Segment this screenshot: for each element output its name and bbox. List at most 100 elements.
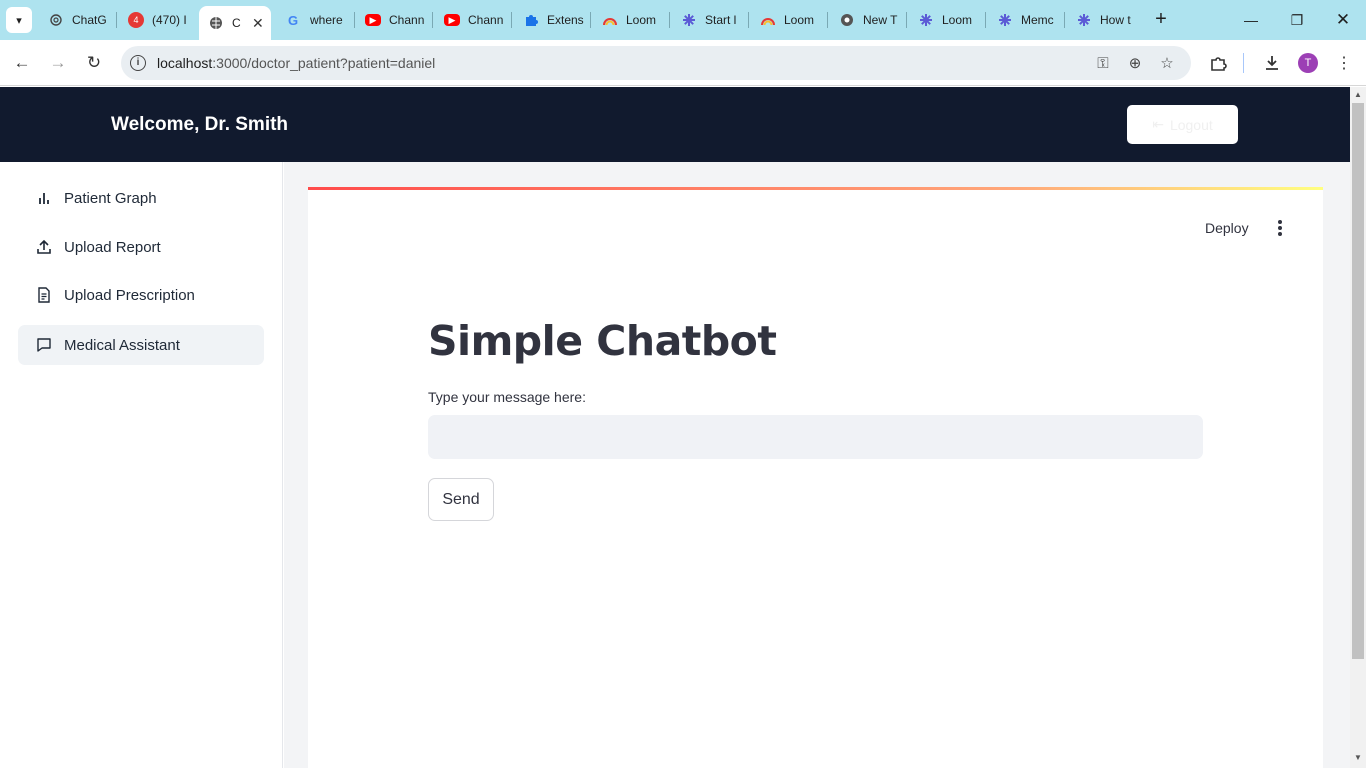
tab-separator [985, 12, 986, 28]
tab-label: where [310, 13, 343, 27]
openai-icon [48, 12, 64, 28]
scroll-down-icon[interactable]: ▼ [1354, 753, 1362, 762]
tab-label: Extens [547, 13, 584, 27]
toolbar-divider [1243, 53, 1244, 73]
logout-button[interactable]: ⇤ Logout [1127, 105, 1238, 144]
tab-label: ChatG [72, 13, 107, 27]
tab-label: How t [1100, 13, 1131, 27]
tab-separator [432, 12, 433, 28]
browser-tab[interactable]: Start l [681, 0, 743, 40]
scroll-up-icon[interactable]: ▲ [1354, 90, 1362, 99]
sidebar-item-patient-graph[interactable]: Patient Graph [18, 178, 264, 218]
tab-search-button[interactable]: ▾ [6, 7, 32, 33]
browser-tab[interactable]: Loom [602, 0, 664, 40]
sidebar-item-medical-assistant[interactable]: Medical Assistant [18, 325, 264, 365]
logout-label: Logout [1169, 116, 1213, 133]
chrome-icon [839, 12, 855, 28]
message-input-label: Type your message here: [428, 389, 586, 405]
tab-label: Chann [389, 13, 425, 27]
tab-label: Loom [626, 13, 657, 27]
tab-label: (470) I [152, 13, 187, 27]
browser-tab[interactable]: Loom [918, 0, 980, 40]
sidebar-item-label: Patient Graph [64, 189, 157, 207]
url-host: localhost [157, 55, 213, 71]
scroll-thumb[interactable] [1352, 103, 1364, 659]
extensions-icon[interactable] [1206, 51, 1230, 75]
message-input[interactable] [428, 415, 1203, 459]
browser-tab[interactable]: G where [286, 0, 348, 40]
sidebar-item-label: Upload Prescription [64, 286, 195, 304]
google-icon: G [286, 12, 302, 28]
avatar[interactable]: T [1298, 53, 1318, 73]
tab-separator [354, 12, 355, 28]
loom-icon [602, 12, 618, 28]
browser-tab[interactable]: ▶ Chann [365, 0, 427, 40]
browser-tab[interactable]: Memc [997, 0, 1059, 40]
asterisk-icon [681, 12, 697, 28]
address-bar[interactable]: i localhost:3000/doctor_patient?patient=… [121, 46, 1191, 80]
page-title: Simple Chatbot [428, 317, 777, 365]
asterisk-icon [997, 12, 1013, 28]
asterisk-icon [918, 12, 934, 28]
youtube-icon: ▶ [365, 14, 381, 26]
close-window-button[interactable]: ✕ [1320, 0, 1366, 40]
zoom-icon[interactable]: ⊕ [1125, 53, 1145, 73]
more-options-icon[interactable] [1270, 217, 1290, 239]
site-info-icon[interactable]: i [130, 55, 146, 71]
tab-label: New T [863, 13, 898, 27]
loom-icon [760, 12, 776, 28]
tab-close-icon[interactable]: ✕ [252, 15, 264, 32]
url-text[interactable]: localhost:3000/doctor_patient?patient=da… [157, 55, 435, 71]
url-path: :3000/doctor_patient?patient=daniel [212, 55, 436, 71]
tab-label: Start l [705, 13, 737, 27]
new-tab-button[interactable]: + [1150, 8, 1172, 30]
tab-separator [590, 12, 591, 28]
tab-separator [1064, 12, 1065, 28]
welcome-title: Welcome, Dr. Smith [111, 114, 289, 135]
browser-tab[interactable]: New T [839, 0, 901, 40]
logout-icon: ⇤ [1152, 116, 1164, 132]
sidebar-item-upload-report[interactable]: Upload Report [18, 227, 264, 267]
svg-text:G: G [288, 13, 298, 27]
minimize-button[interactable]: — [1228, 0, 1274, 40]
star-icon[interactable]: ☆ [1157, 53, 1177, 73]
sidebar-item-label: Medical Assistant [64, 336, 180, 354]
asterisk-icon [1076, 12, 1092, 28]
bar-chart-icon [34, 188, 54, 208]
page-scrollbar[interactable]: ▲ ▼ [1350, 87, 1366, 768]
tab-label: Chann [468, 13, 504, 27]
youtube-icon: ▶ [444, 14, 460, 26]
browser-tab[interactable]: ChatG [48, 0, 110, 40]
sidebar-item-label: Upload Report [64, 238, 161, 256]
decoration-bar [308, 187, 1323, 190]
download-icon[interactable] [1260, 51, 1284, 75]
browser-tab[interactable]: How t [1076, 0, 1138, 40]
tab-separator [116, 12, 117, 28]
browser-tab[interactable]: ▶ Chann [444, 0, 506, 40]
key-icon[interactable]: ⚿ [1093, 53, 1113, 73]
tab-separator [827, 12, 828, 28]
browser-toolbar: ← → ↻ i localhost:3000/doctor_patient?pa… [0, 40, 1366, 86]
tab-label: Loom [942, 13, 973, 27]
browser-menu-icon[interactable]: ⋮ [1332, 51, 1356, 75]
chat-icon [34, 335, 54, 355]
tab-separator [669, 12, 670, 28]
upload-icon [34, 237, 54, 257]
deploy-button[interactable]: Deploy [1205, 220, 1249, 236]
reload-button[interactable]: ↻ [82, 51, 106, 75]
forward-button[interactable]: → [46, 51, 70, 75]
browser-tab[interactable]: Extens [523, 0, 585, 40]
restore-button[interactable]: ❐ [1274, 0, 1320, 40]
sidebar-item-upload-prescription[interactable]: Upload Prescription [18, 275, 264, 315]
browser-tab-active[interactable]: C ✕ [199, 6, 271, 40]
document-icon [34, 285, 54, 305]
streamlit-frame: Deploy Simple Chatbot Type your message … [308, 187, 1323, 768]
browser-tab[interactable]: 4 (470) I [128, 0, 190, 40]
send-button[interactable]: Send [428, 478, 494, 521]
browser-tab-bar: ▾ ChatG 4 (470) I C ✕ G where ▶ Chann ▶ … [0, 0, 1366, 40]
sidebar: Patient Graph Upload Report Upload Presc… [0, 162, 283, 768]
browser-tab[interactable]: Loom [760, 0, 822, 40]
tab-separator [748, 12, 749, 28]
tab-separator [511, 12, 512, 28]
back-button[interactable]: ← [10, 51, 34, 75]
